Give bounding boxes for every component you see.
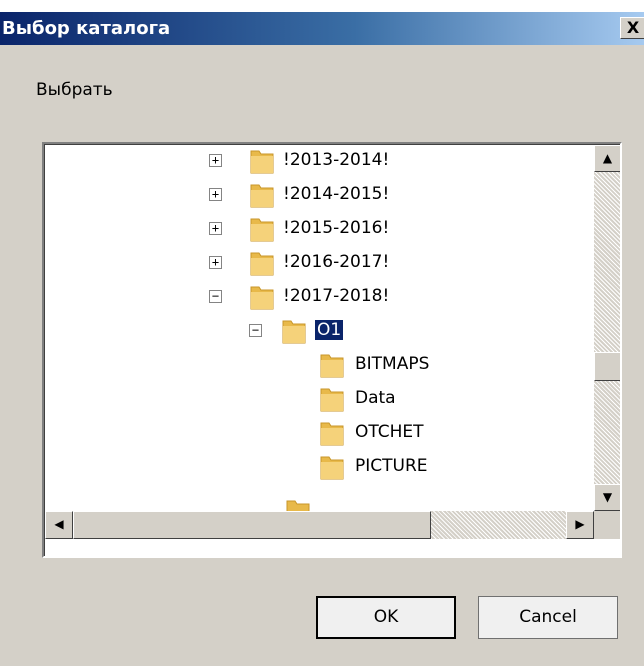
close-button[interactable]: X <box>620 17 644 39</box>
tree-node-label: Data <box>355 388 396 408</box>
tree-node-2017-2018[interactable]: − !2017-2018! <box>209 281 509 315</box>
tree-node-label-selected: O1 <box>313 319 345 341</box>
select-label: Выбрать <box>36 80 113 100</box>
folder-tree[interactable]: + !2013-2014! + !2014-2015! + !2015-2016… <box>42 142 622 558</box>
scroll-down-button[interactable]: ▼ <box>594 484 620 511</box>
scroll-up-button[interactable]: ▲ <box>594 145 620 172</box>
folder-icon <box>250 252 274 276</box>
folder-icon <box>320 354 344 378</box>
tree-node-2014-2015[interactable]: + !2014-2015! <box>209 179 509 213</box>
scroll-left-button[interactable]: ◀ <box>45 511 73 539</box>
scrollbar-corner <box>594 511 620 539</box>
scroll-right-button[interactable]: ▶ <box>566 511 594 539</box>
vertical-scrollbar[interactable]: ▲ ▼ <box>594 145 620 511</box>
tree-node-2016-2017[interactable]: + !2016-2017! <box>209 247 509 281</box>
horizontal-scrollbar[interactable]: ◀ ▶ <box>45 511 594 539</box>
tree-node-picture[interactable]: PICTURE <box>319 451 519 485</box>
tree-node-bitmaps[interactable]: BITMAPS <box>319 349 519 383</box>
window-title: Выбор каталога <box>2 18 171 39</box>
folder-icon <box>250 218 274 242</box>
tree-node-label: !2013-2014! <box>283 150 390 170</box>
folder-icon <box>250 150 274 174</box>
tree-node-label: OTCHET <box>355 422 424 442</box>
folder-icon-partial <box>286 500 310 511</box>
folder-icon <box>320 388 344 412</box>
cancel-button[interactable]: Cancel <box>478 596 618 639</box>
tree-node-otchet[interactable]: OTCHET <box>319 417 519 451</box>
folder-icon <box>320 456 344 480</box>
folder-icon <box>250 184 274 208</box>
tree-node-label: PICTURE <box>355 456 428 476</box>
tree-node-2015-2016[interactable]: + !2015-2016! <box>209 213 509 247</box>
tree-node-label: !2016-2017! <box>283 252 390 272</box>
folder-icon <box>282 320 306 344</box>
tree-node-o1[interactable]: − O1 <box>249 315 509 349</box>
expand-icon[interactable]: + <box>209 154 222 167</box>
tree-node-label: !2015-2016! <box>283 218 390 238</box>
expand-icon[interactable]: + <box>209 256 222 269</box>
vertical-scroll-thumb[interactable] <box>594 352 620 381</box>
folder-picker-dialog: Выбор каталога X Выбрать + !2013-2014! +… <box>0 12 644 666</box>
collapse-icon[interactable]: − <box>209 290 222 303</box>
folder-icon <box>250 286 274 310</box>
folder-tree-viewport: + !2013-2014! + !2014-2015! + !2015-2016… <box>44 144 620 556</box>
tree-node-2013-2014[interactable]: + !2013-2014! <box>209 145 509 179</box>
tree-node-label: !2014-2015! <box>283 184 390 204</box>
tree-node-label: !2017-2018! <box>283 286 390 306</box>
ok-button[interactable]: OK <box>316 596 456 639</box>
tree-node-label: BITMAPS <box>355 354 430 374</box>
collapse-icon[interactable]: − <box>249 324 262 337</box>
folder-icon <box>320 422 344 446</box>
horizontal-scroll-thumb[interactable] <box>73 511 431 539</box>
tree-node-data[interactable]: Data <box>319 383 519 417</box>
expand-icon[interactable]: + <box>209 188 222 201</box>
expand-icon[interactable]: + <box>209 222 222 235</box>
title-bar[interactable]: Выбор каталога X <box>0 12 644 45</box>
